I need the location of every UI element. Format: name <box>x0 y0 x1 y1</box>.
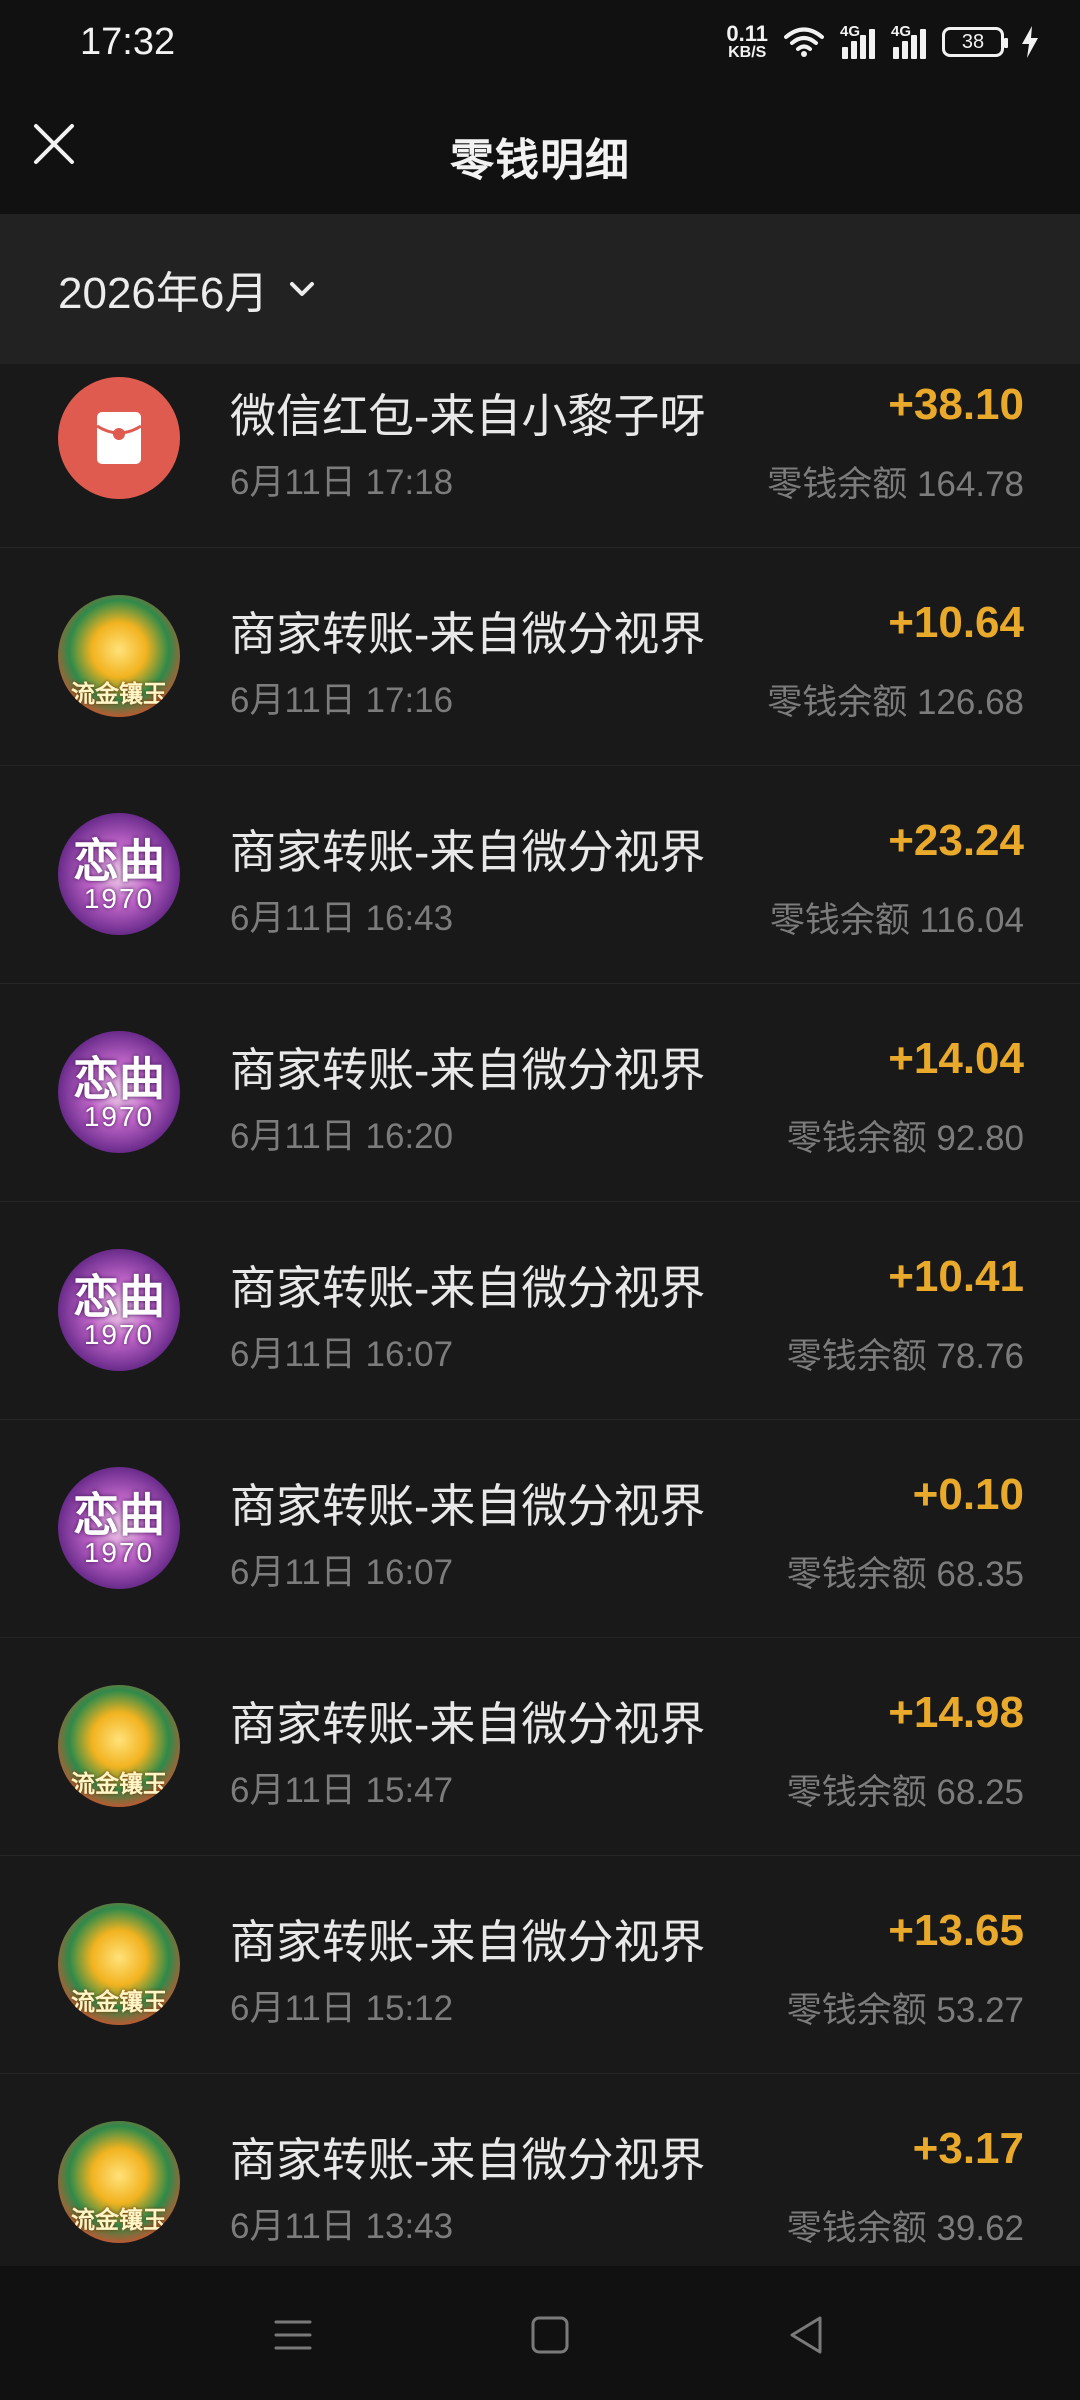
transaction-row[interactable]: 恋曲 1970 商家转账-来自微分视界 6月11日 16:20 +14.04 零… <box>0 984 1080 1202</box>
status-bar: 17:32 0.11 KB/S 4G 4G 38 <box>0 0 1080 84</box>
avatar-subtext: 1970 <box>83 1537 155 1568</box>
transaction-balance: 零钱余额 68.25 <box>786 1773 1024 1812</box>
transaction-amount: +14.04 <box>888 1034 1024 1083</box>
merchant-avatar-gold: 流金镶玉 <box>58 2121 180 2243</box>
avatar-subtext: 1970 <box>83 1319 155 1350</box>
transaction-title: 商家转账-来自微分视界 <box>230 608 706 660</box>
battery-icon: 38 <box>942 27 1008 57</box>
transaction-amount: +3.17 <box>912 2124 1024 2173</box>
menu-icon[interactable] <box>268 2310 318 2360</box>
transaction-balance: 零钱余额 78.76 <box>786 1337 1024 1376</box>
transaction-amount: +38.10 <box>888 380 1024 429</box>
sim1-network-tag: 4G <box>840 23 861 40</box>
battery-level: 38 <box>961 30 985 53</box>
avatar-text: 流金镶玉 <box>71 1989 167 2016</box>
merchant-avatar-purple: 恋曲 1970 <box>58 1467 180 1589</box>
net-speed: 0.11 KB/S <box>726 23 768 61</box>
avatar-text: 恋曲 <box>73 1271 165 1323</box>
transaction-balance: 零钱余额 68.35 <box>786 1555 1024 1594</box>
transaction-balance: 零钱余额 164.78 <box>767 465 1024 504</box>
header: 零钱明细 <box>0 84 1080 214</box>
transaction-balance: 零钱余额 39.62 <box>786 2209 1024 2248</box>
transaction-time: 6月11日 15:12 <box>230 1989 454 2028</box>
transaction-amount: +10.41 <box>888 1252 1024 1301</box>
merchant-avatar-gold: 流金镶玉 <box>58 1903 180 2025</box>
red-packet-avatar <box>58 377 180 499</box>
transaction-row[interactable]: 流金镶玉 商家转账-来自微分视界 6月11日 13:43 +3.17 零钱余额 … <box>0 2074 1080 2266</box>
transaction-time: 6月11日 16:07 <box>230 1553 454 1592</box>
status-icons: 0.11 KB/S 4G 4G 38 <box>726 23 1040 61</box>
transaction-time: 6月11日 17:18 <box>230 463 454 502</box>
transaction-balance: 零钱余额 92.80 <box>786 1119 1024 1158</box>
transaction-row[interactable]: 流金镶玉 商家转账-来自微分视界 6月11日 17:16 +10.64 零钱余额… <box>0 548 1080 766</box>
transaction-amount: +0.10 <box>912 1470 1024 1519</box>
avatar-subtext: 1970 <box>83 883 155 914</box>
wifi-icon <box>784 27 824 57</box>
transaction-time: 6月11日 16:43 <box>230 899 454 938</box>
transaction-title: 商家转账-来自微分视界 <box>230 2134 706 2186</box>
chevron-down-icon <box>290 282 315 296</box>
transaction-row[interactable]: 恋曲 1970 商家转账-来自微分视界 6月11日 16:07 +10.41 零… <box>0 1202 1080 1420</box>
transaction-row[interactable]: 微信红包-来自小黎子呀 6月11日 17:18 +38.10 零钱余额 164.… <box>0 364 1080 548</box>
transaction-row[interactable]: 流金镶玉 商家转账-来自微分视界 6月11日 15:12 +13.65 零钱余额… <box>0 1856 1080 2074</box>
month-selector[interactable]: 2026年6月 <box>58 257 318 321</box>
transaction-amount: +13.65 <box>888 1906 1024 1955</box>
sim2-network-tag: 4G <box>891 23 912 40</box>
signal-sim1-icon: 4G <box>840 23 875 59</box>
red-packet-icon <box>96 412 142 464</box>
transaction-amount: +23.24 <box>888 816 1024 865</box>
back-triangle-icon[interactable] <box>782 2310 832 2360</box>
transaction-time: 6月11日 15:47 <box>230 1771 454 1810</box>
net-speed-unit: KB/S <box>728 44 767 61</box>
merchant-avatar-purple: 恋曲 1970 <box>58 1031 180 1153</box>
avatar-text: 流金镶玉 <box>71 681 167 708</box>
home-square-icon[interactable] <box>525 2310 575 2360</box>
system-navigation-bar <box>0 2266 1080 2400</box>
transaction-title: 商家转账-来自微分视界 <box>230 1916 706 1968</box>
avatar-text: 恋曲 <box>73 835 165 887</box>
month-filter-bar: 2026年6月 <box>0 214 1080 364</box>
transaction-list[interactable]: 微信红包-来自小黎子呀 6月11日 17:18 +38.10 零钱余额 164.… <box>0 364 1080 2266</box>
transaction-balance: 零钱余额 126.68 <box>767 683 1024 722</box>
avatar-text: 流金镶玉 <box>71 1771 167 1798</box>
transaction-title: 商家转账-来自微分视界 <box>230 1262 706 1314</box>
transaction-balance: 零钱余额 53.27 <box>786 1991 1024 2030</box>
transaction-amount: +14.98 <box>888 1688 1024 1737</box>
transaction-row[interactable]: 恋曲 1970 商家转账-来自微分视界 6月11日 16:07 +0.10 零钱… <box>0 1420 1080 1638</box>
merchant-avatar-purple: 恋曲 1970 <box>58 1249 180 1371</box>
avatar-text: 恋曲 <box>73 1053 165 1105</box>
transaction-title: 商家转账-来自微分视界 <box>230 826 706 878</box>
transaction-time: 6月11日 17:16 <box>230 681 454 720</box>
transaction-title: 商家转账-来自微分视界 <box>230 1698 706 1750</box>
transaction-title: 微信红包-来自小黎子呀 <box>230 390 706 442</box>
transaction-time: 6月11日 16:20 <box>230 1117 454 1156</box>
transaction-time: 6月11日 16:07 <box>230 1335 454 1374</box>
merchant-avatar-purple: 恋曲 1970 <box>58 813 180 935</box>
merchant-avatar-gold: 流金镶玉 <box>58 1685 180 1807</box>
avatar-text: 流金镶玉 <box>71 2207 167 2234</box>
avatar-subtext: 1970 <box>83 1101 155 1132</box>
transaction-row[interactable]: 流金镶玉 商家转账-来自微分视界 6月11日 15:47 +14.98 零钱余额… <box>0 1638 1080 1856</box>
page-title: 零钱明细 <box>450 136 630 185</box>
status-time: 17:32 <box>80 20 176 63</box>
transaction-amount: +10.64 <box>888 598 1024 647</box>
signal-sim2-icon: 4G <box>891 23 926 59</box>
charging-icon <box>1022 26 1038 58</box>
transaction-row[interactable]: 恋曲 1970 商家转账-来自微分视界 6月11日 16:43 +23.24 零… <box>0 766 1080 984</box>
transaction-title: 商家转账-来自微分视界 <box>230 1480 706 1532</box>
avatar-text: 恋曲 <box>73 1489 165 1541</box>
transaction-title: 商家转账-来自微分视界 <box>230 1044 706 1096</box>
net-speed-value: 0.11 <box>726 21 768 46</box>
transaction-time: 6月11日 13:43 <box>230 2207 454 2246</box>
month-label: 2026年6月 <box>58 269 269 318</box>
merchant-avatar-gold: 流金镶玉 <box>58 595 180 717</box>
transaction-balance: 零钱余额 116.04 <box>769 901 1024 940</box>
